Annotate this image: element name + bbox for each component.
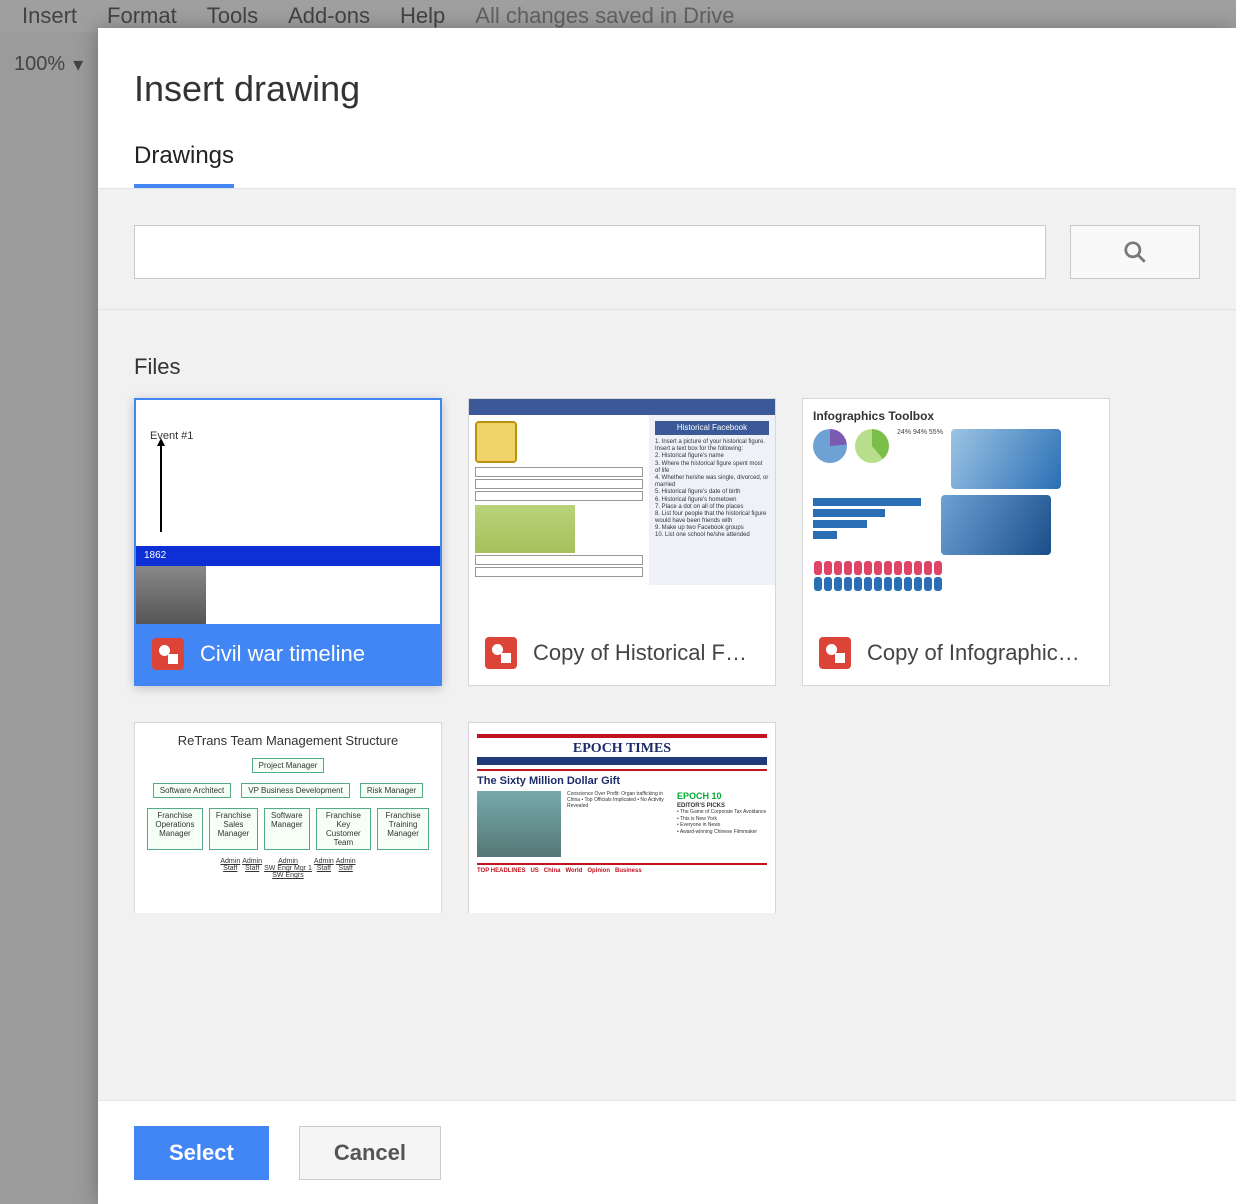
file-picker-body: Files Event #1 1862 Civil war (98, 189, 1236, 1100)
thumb-text: The Sixty Million Dollar Gift (477, 775, 767, 787)
section-files-heading: Files (98, 310, 1236, 398)
thumb-text: 1862 (136, 546, 440, 566)
file-thumbnail: Historical Facebook 1. Insert a picture … (469, 399, 775, 623)
insert-drawing-dialog: Insert drawing Drawings Files Event #1 (98, 28, 1236, 1204)
thumb-text: Risk Manager (360, 783, 423, 798)
tab-drawings[interactable]: Drawings (134, 134, 234, 188)
dialog-title: Insert drawing (134, 68, 1200, 110)
thumb-text: VP Business Development (241, 783, 350, 798)
select-button[interactable]: Select (134, 1126, 269, 1180)
file-card-infographics-toolbox[interactable]: Infographics Toolbox 24% 94% 55% (802, 398, 1110, 686)
file-thumbnail: Event #1 1862 (136, 400, 440, 624)
file-thumbnail: EPOCH TIMES The Sixty Million Dollar Gif… (469, 723, 775, 913)
dialog-tabs: Drawings (98, 134, 1236, 189)
thumb-text: Historical Facebook (655, 421, 769, 435)
file-name: Copy of Historical F… (533, 640, 747, 666)
thumb-text: EPOCH TIMES (477, 741, 767, 757)
thumb-text: Software Manager (264, 808, 310, 850)
search-button[interactable] (1070, 225, 1200, 279)
file-thumbnail: ReTrans Team Management Structure Projec… (135, 723, 441, 913)
drawings-file-icon (152, 638, 184, 670)
file-card-retrans[interactable]: ReTrans Team Management Structure Projec… (134, 722, 442, 913)
cancel-button[interactable]: Cancel (299, 1126, 441, 1180)
thumb-text: Project Manager (252, 758, 325, 773)
thumb-text: EPOCH 10 (677, 791, 767, 801)
search-icon (1122, 239, 1148, 265)
thumb-text: Franchise Sales Manager (209, 808, 258, 850)
file-card-civil-war-timeline[interactable]: Event #1 1862 Civil war timeline (134, 398, 442, 686)
file-name: Copy of Infographic… (867, 640, 1080, 666)
file-name: Civil war timeline (200, 641, 365, 667)
file-card-historical-facebook[interactable]: Historical Facebook 1. Insert a picture … (468, 398, 776, 686)
thumb-text: Infographics Toolbox (813, 409, 1099, 423)
files-grid: Event #1 1862 Civil war timeline (98, 398, 1236, 933)
thumb-text: Franchise Operations Manager (147, 808, 203, 850)
dialog-footer: Select Cancel (98, 1100, 1236, 1204)
file-thumbnail: Infographics Toolbox 24% 94% 55% (803, 399, 1109, 623)
thumb-text: Franchise Training Manager (377, 808, 429, 850)
thumb-text: Franchise Key Customer Team (316, 808, 372, 850)
drawings-file-icon (819, 637, 851, 669)
thumb-text: ReTrans Team Management Structure (145, 733, 431, 748)
search-input[interactable] (134, 225, 1046, 279)
file-card-epoch-times[interactable]: EPOCH TIMES The Sixty Million Dollar Gif… (468, 722, 776, 913)
drawings-file-icon (485, 637, 517, 669)
thumb-text: Software Architect (153, 783, 231, 798)
